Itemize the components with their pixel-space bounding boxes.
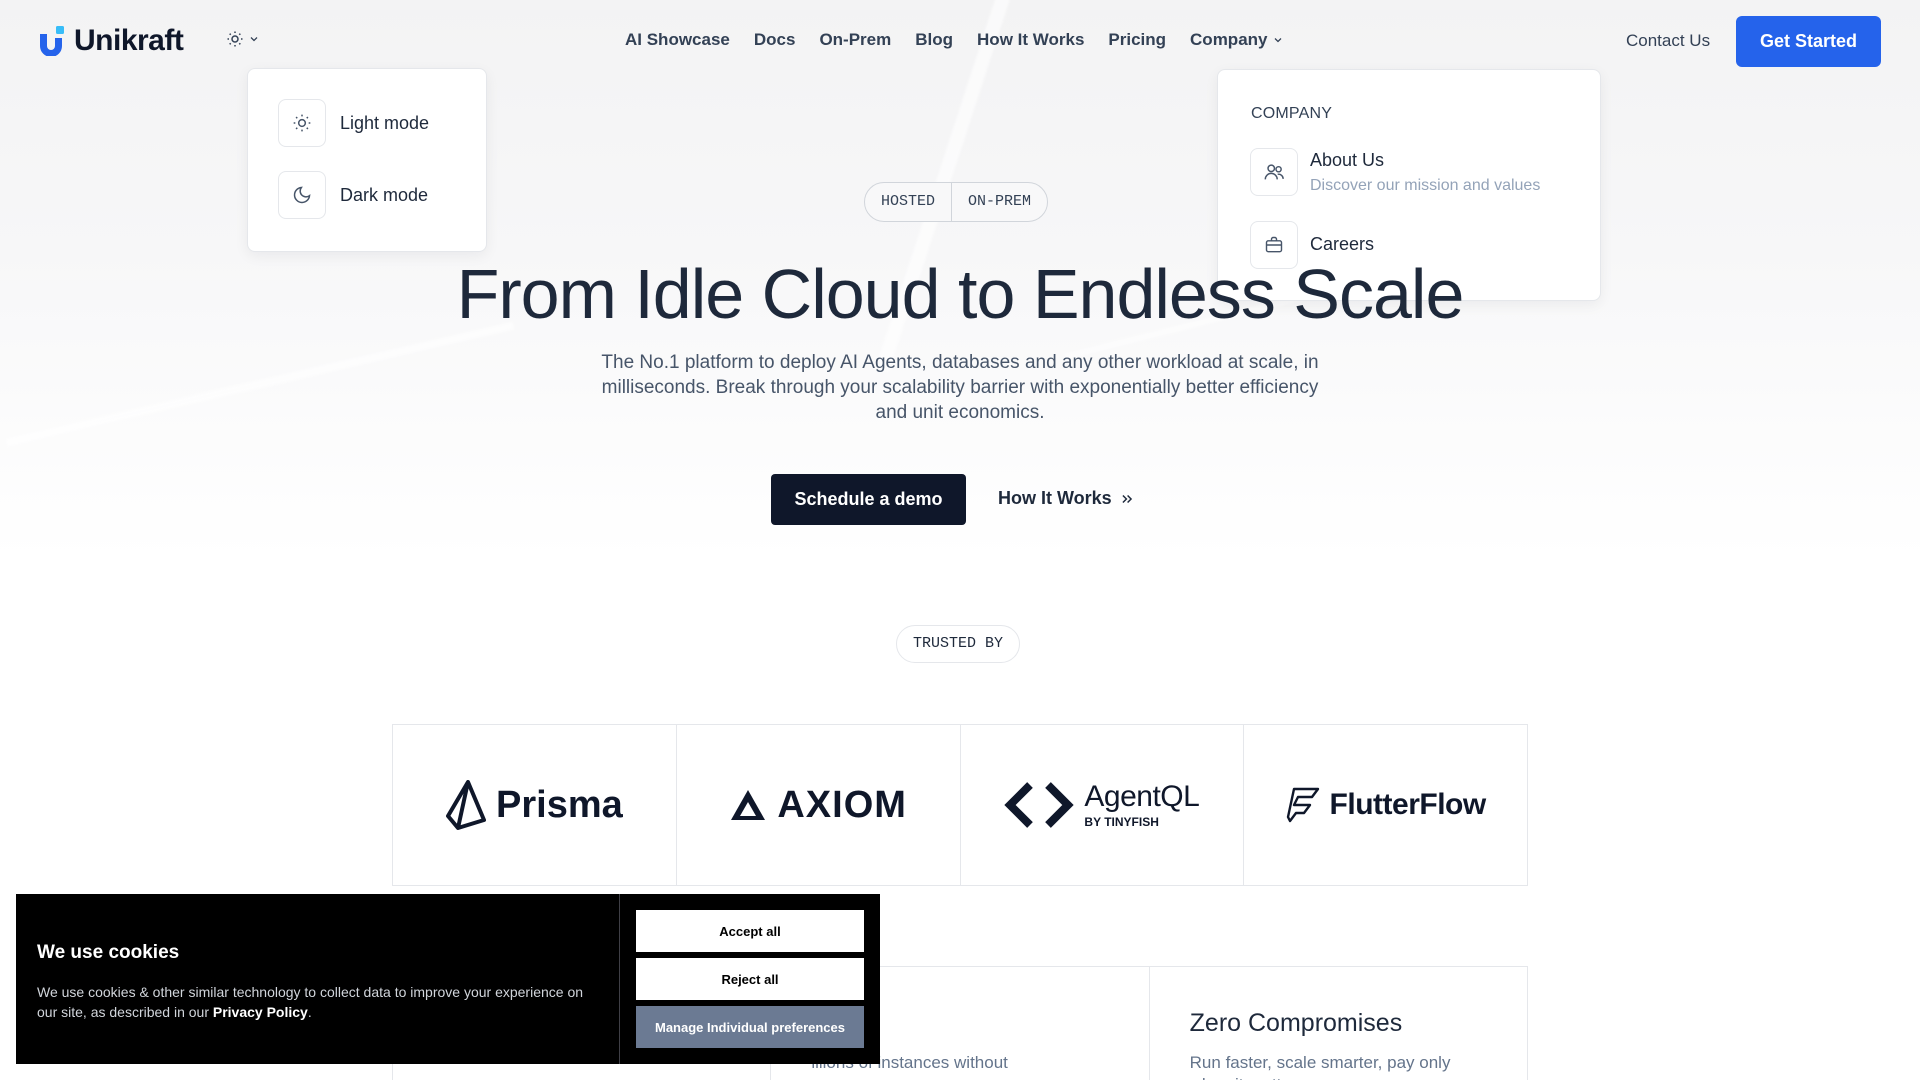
company-item-title: Careers: [1310, 234, 1375, 254]
prisma-name: Prisma: [496, 783, 623, 826]
theme-option-label: Dark mode: [340, 184, 429, 205]
contact-us-link[interactable]: Contact Us: [1626, 31, 1710, 51]
get-started-button[interactable]: Get Started: [1736, 16, 1881, 67]
logo-cell-agentql: AgentQL BY TINYFISH: [959, 725, 1244, 885]
agentql-subtitle: BY TINYFISH: [1084, 815, 1159, 829]
nav-link-how-it-works[interactable]: How It Works: [977, 30, 1084, 50]
feature-description: Run faster, scale smarter, pay only when…: [1189, 1053, 1451, 1080]
pill-on-prem: ON-PREM: [951, 183, 1047, 221]
brand-logo[interactable]: Unikraft: [38, 24, 184, 58]
how-it-works-link[interactable]: How It Works: [998, 488, 1134, 509]
logo-cell-axiom: AXIOM: [675, 725, 960, 885]
company-item-description: Discover our mission and values: [1310, 177, 1541, 194]
prisma-logo-icon: [446, 780, 486, 830]
double-chevron-right-icon: [1122, 494, 1132, 503]
chevron-down-icon: [1274, 38, 1281, 43]
theme-option-light[interactable]: Light mode: [278, 99, 429, 147]
nav-link-blog[interactable]: Blog: [915, 30, 953, 50]
moon-icon: [278, 171, 326, 219]
agentql-name: AgentQL: [1084, 780, 1200, 813]
agentql-logo: AgentQL BY TINYFISH: [1004, 780, 1200, 829]
theme-option-dark[interactable]: Dark mode: [278, 171, 428, 219]
axiom-logo: AXIOM: [729, 784, 907, 827]
flutterflow-logo: FlutterFlow: [1286, 787, 1486, 823]
agentql-logo-icon: [1004, 782, 1075, 828]
nav-link-company-label: Company: [1190, 30, 1268, 49]
accept-all-button[interactable]: Accept all: [636, 910, 864, 952]
nav-link-docs[interactable]: Docs: [754, 30, 796, 50]
sun-icon: [227, 31, 243, 47]
privacy-policy-link[interactable]: Privacy Policy: [213, 1004, 308, 1020]
nav-links: AI Showcase Docs On-Prem Blog How It Wor…: [625, 30, 1284, 50]
users-icon: [1250, 148, 1298, 196]
pill-hosted: HOSTED: [881, 193, 936, 210]
how-it-works-label: How It Works: [998, 488, 1112, 508]
cookie-message: We use cookies We use cookies & other si…: [16, 894, 619, 1064]
theme-dropdown: Light mode Dark mode: [247, 68, 487, 252]
theme-option-label: Light mode: [340, 112, 430, 133]
company-item-title: About Us: [1310, 150, 1385, 170]
deployment-pills: HOSTED ON-PREM: [864, 182, 1049, 222]
theme-toggle[interactable]: [226, 30, 260, 48]
unikraft-logo-icon: [40, 26, 64, 56]
logo-cell-prisma: Prisma: [393, 725, 676, 885]
nav-link-company[interactable]: Company: [1190, 30, 1283, 50]
customer-logos: Prisma AXIOM AgentQL BY TINYFISH Flutter…: [392, 724, 1528, 886]
prisma-logo: Prisma: [446, 780, 623, 830]
flutterflow-logo-icon: [1286, 787, 1319, 823]
logo-cell-flutterflow: FlutterFlow: [1243, 725, 1527, 885]
sun-icon: [278, 99, 326, 147]
cookie-divider: [619, 894, 620, 1064]
cookie-text: We use cookies & other similar technolog…: [37, 984, 584, 1020]
brand-name: Unikraft: [74, 24, 184, 57]
trusted-by-badge: TRUSTED BY: [896, 625, 1021, 663]
reject-all-button[interactable]: Reject all: [636, 958, 864, 1000]
feature-card: Zero Compromises Run faster, scale smart…: [1148, 967, 1527, 1080]
cookie-banner: We use cookies We use cookies & other si…: [16, 894, 880, 1064]
nav-link-pricing[interactable]: Pricing: [1108, 30, 1166, 50]
hero-subtitle: The No.1 platform to deploy AI Agents, d…: [601, 352, 1319, 423]
company-item-about-us[interactable]: About Us Discover our mission and values: [1250, 148, 1540, 196]
chevron-down-icon: [250, 37, 258, 42]
company-menu-heading: COMPANY: [1251, 105, 1333, 122]
axiom-name: AXIOM: [777, 783, 907, 826]
cookie-body: We use cookies & other similar technolog…: [37, 984, 584, 1020]
nav-link-ai-showcase[interactable]: AI Showcase: [625, 30, 730, 50]
flutterflow-name: FlutterFlow: [1329, 788, 1487, 821]
manage-preferences-button[interactable]: Manage Individual preferences: [636, 1006, 864, 1048]
cookie-title: We use cookies: [37, 942, 180, 963]
schedule-demo-button[interactable]: Schedule a demo: [771, 474, 966, 525]
axiom-logo-icon: [731, 790, 766, 820]
feature-title: Zero Compromises: [1189, 1009, 1403, 1037]
hero-title: From Idle Cloud to Endless Scale: [456, 255, 1465, 333]
nav-link-on-prem[interactable]: On-Prem: [819, 30, 891, 50]
